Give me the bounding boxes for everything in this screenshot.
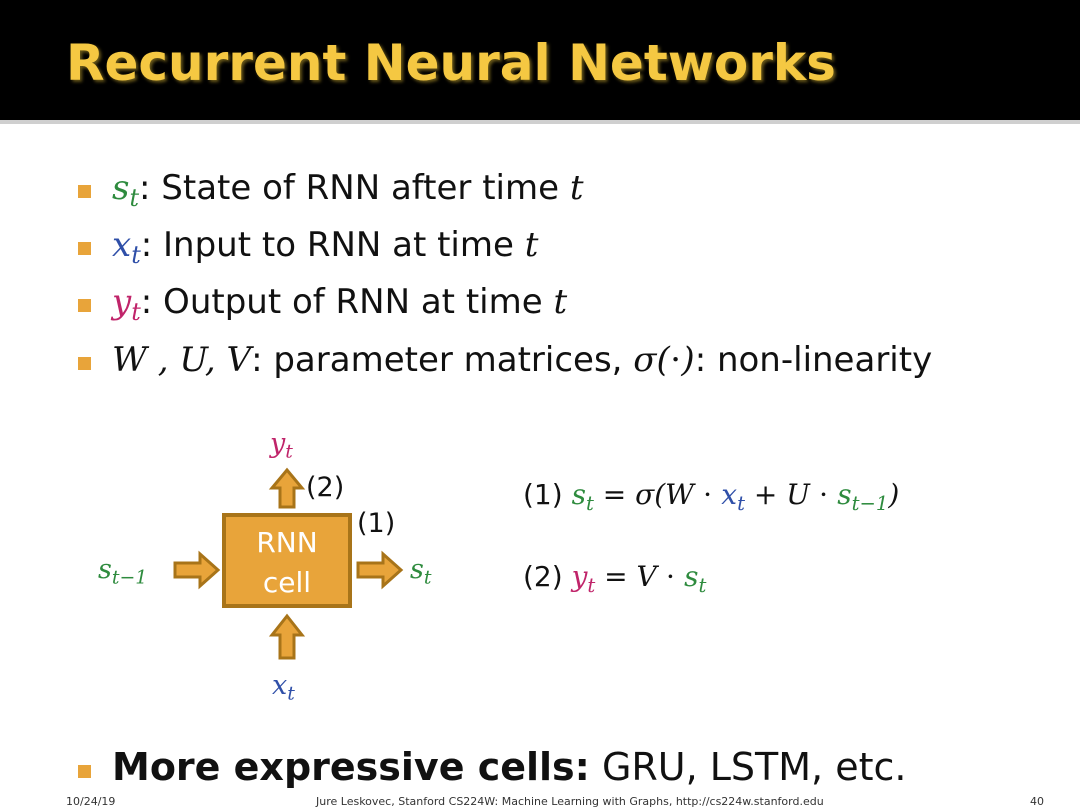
- state-in-arrow-icon: [173, 550, 221, 590]
- rnn-cell-diagram: [173, 467, 404, 660]
- state-out-label: st: [410, 554, 432, 589]
- input-label: xt: [272, 670, 295, 705]
- output-arrow-icon: [268, 467, 306, 509]
- page-number: 40: [1030, 795, 1044, 808]
- state-out-arrow-icon: [356, 550, 404, 590]
- output-label: yt: [270, 428, 293, 463]
- tag-2-label: (2): [306, 472, 345, 503]
- footer-credit: Jure Leskovec, Stanford CS224W: Machine …: [316, 795, 824, 808]
- input-arrow-icon: [268, 613, 306, 660]
- equation-output: (2) yt = V ⋅ st: [523, 560, 707, 597]
- state-in-label: st−1: [98, 554, 148, 589]
- equation-state: (1) st = σ(W ⋅ xt + U ⋅ st−1): [523, 478, 900, 515]
- bullet-square-icon: [78, 765, 91, 778]
- tag-1-label: (1): [357, 508, 396, 539]
- rnn-cell: RNN cell: [222, 513, 352, 608]
- footer-date: 10/24/19: [66, 795, 116, 808]
